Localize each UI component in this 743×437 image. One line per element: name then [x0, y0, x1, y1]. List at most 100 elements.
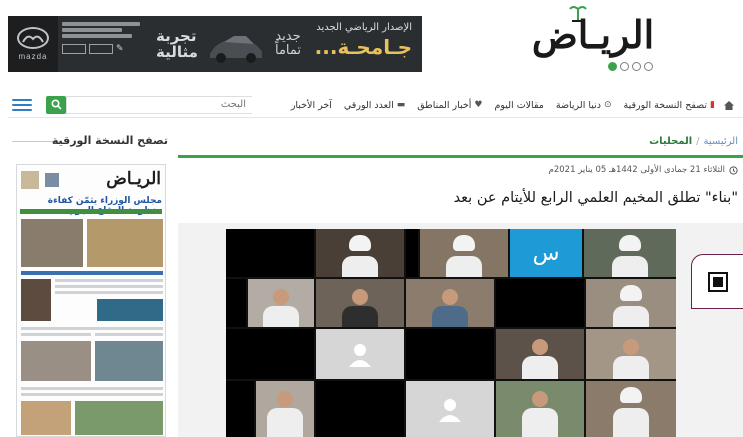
video-tile — [316, 229, 404, 277]
search-icon — [50, 99, 62, 110]
newspaper-text-block — [21, 333, 91, 336]
dealer-badge-icon — [89, 44, 113, 54]
ad-new-release: الإصدار الرياضي الجديد — [316, 22, 412, 33]
video-tile — [226, 229, 314, 277]
grid-icon — [707, 271, 728, 292]
newspaper-photo-icon — [95, 341, 163, 381]
newspaper-photo-icon — [21, 341, 91, 381]
article-image[interactable]: س — [178, 223, 743, 437]
logo-dots — [608, 62, 653, 71]
newspaper-text-block — [55, 285, 163, 288]
video-tile-initial: س — [510, 229, 582, 277]
video-tile — [406, 381, 494, 437]
signature-mark-icon: ✎ — [116, 44, 124, 54]
nav-item-label: أخبار المناطق — [417, 99, 472, 111]
newspaper-text-block — [21, 327, 163, 330]
dot-icon — [620, 62, 629, 71]
video-tile — [316, 279, 404, 327]
newspaper-text-block — [21, 393, 163, 396]
newspaper-text-block — [55, 279, 163, 282]
video-tile — [406, 229, 418, 277]
site-logo[interactable]: الريـاض — [503, 4, 683, 64]
home-icon[interactable] — [721, 97, 737, 113]
dealer-info: ✎ — [62, 22, 142, 68]
search-button[interactable] — [46, 95, 66, 114]
nav-item-sports[interactable]: ⊙ دنيا الرياضة — [556, 100, 612, 111]
newspaper-subheadline-bar — [20, 209, 162, 214]
ad-copy: الإصدار الرياضي الجديد جـامحـة... — [315, 22, 412, 59]
mazda-wordmark: mazda — [18, 52, 48, 61]
search-input[interactable] — [66, 95, 252, 114]
ad-slogan-one: تجربة مثالية — [156, 27, 198, 61]
video-tile — [226, 279, 246, 327]
nav-item-todays-articles[interactable]: مقالات اليوم — [494, 100, 543, 111]
video-tile — [226, 329, 314, 379]
nav-item-latest-news[interactable]: آخر الأخبار — [291, 100, 332, 111]
nav-item-browse-print[interactable]: ▮ تصفح النسخة الورقية — [624, 100, 715, 111]
nav-item-label: مقالات اليوم — [494, 99, 544, 111]
nav-items: آخر الأخبار ▬ العدد الورقي ♥ أخبار المنا… — [291, 92, 715, 118]
newspaper-masthead: الريـاض — [106, 169, 161, 189]
dealer-logo-icon — [62, 44, 86, 54]
newspaper-photo-icon — [45, 173, 59, 187]
newspaper-photo-icon — [87, 219, 163, 267]
video-tile — [586, 329, 676, 379]
ad-slogan-two: جديد تماماً — [274, 29, 302, 58]
advertisement-banner[interactable]: mazda ✎ تجربة مثالية جديد تماماً الإصدار… — [8, 16, 422, 72]
newspaper-photo-icon — [21, 219, 83, 267]
newspaper-text-block — [55, 291, 163, 294]
user-placeholder-icon — [439, 399, 461, 422]
dot-icon — [632, 62, 641, 71]
palm-emblem-icon — [569, 6, 587, 22]
video-tile — [248, 279, 314, 327]
clock-icon — [729, 165, 738, 175]
floating-widget-button[interactable] — [691, 254, 743, 309]
nav-item-print-issue[interactable]: ▬ العدد الورقي — [344, 100, 405, 111]
video-tile — [496, 279, 584, 327]
video-tile — [496, 381, 584, 437]
car-image-icon — [210, 36, 262, 63]
video-tile — [420, 229, 508, 277]
mazda-logo-icon — [17, 27, 49, 49]
section-divider — [178, 155, 743, 158]
main-navigation: آخر الأخبار ▬ العدد الورقي ♥ أخبار المنا… — [8, 92, 743, 118]
article-main: الرئيسية / المحليات الثلاثاء 21 جمادى ال… — [178, 128, 743, 437]
newspaper-photo-icon — [21, 279, 51, 321]
video-tile — [586, 279, 676, 327]
video-tile — [226, 381, 254, 437]
video-tile — [316, 381, 404, 437]
ad-headline: جـامحـة... — [314, 35, 412, 59]
nav-item-label: تصفح النسخة الورقية — [623, 99, 708, 111]
video-tile — [316, 329, 404, 379]
nav-item-label: دنيا الرياضة — [555, 99, 601, 111]
video-tile — [584, 229, 676, 277]
nav-item-label: آخر الأخبار — [290, 99, 332, 111]
video-call-grid: س — [226, 229, 676, 437]
newspaper-photo-icon — [21, 171, 39, 189]
dot-icon — [608, 62, 617, 71]
breadcrumb-home[interactable]: الرئيسية — [704, 136, 738, 147]
newspaper-photo-icon — [21, 401, 71, 435]
site-header: mazda ✎ تجربة مثالية جديد تماماً الإصدار… — [0, 0, 743, 92]
newspaper-text-block — [95, 333, 163, 336]
sidebar: تصفح النسخة الورقية الريـاض مجلس الوزراء… — [8, 128, 168, 437]
video-tile — [586, 381, 676, 437]
hamburger-menu-icon[interactable] — [12, 97, 32, 113]
pdf-icon: ▮ — [710, 100, 715, 110]
newspaper-text-block — [21, 387, 163, 390]
date-text: الثلاثاء 21 جمادى الأولى 1442هـ 05 يناير… — [548, 165, 725, 175]
mazda-brand: mazda — [8, 16, 58, 72]
video-tile — [406, 329, 494, 379]
breadcrumb-current[interactable]: المحليات — [649, 136, 692, 147]
print-edition-thumbnail[interactable]: الريـاض مجلس الوزراء يثمّن كفاءة منظومة … — [16, 164, 166, 437]
logo-wordmark: الريـاض — [531, 11, 655, 57]
dot-icon — [644, 62, 653, 71]
nav-item-label: العدد الورقي — [343, 99, 394, 111]
video-tile — [406, 279, 494, 327]
football-icon: ⊙ — [604, 100, 612, 110]
video-tile — [496, 329, 584, 379]
nav-item-regions[interactable]: ♥ أخبار المناطق — [417, 100, 482, 111]
video-tile — [256, 381, 314, 437]
newspaper-icon: ▬ — [396, 100, 406, 110]
breadcrumb-separator: / — [696, 136, 700, 147]
